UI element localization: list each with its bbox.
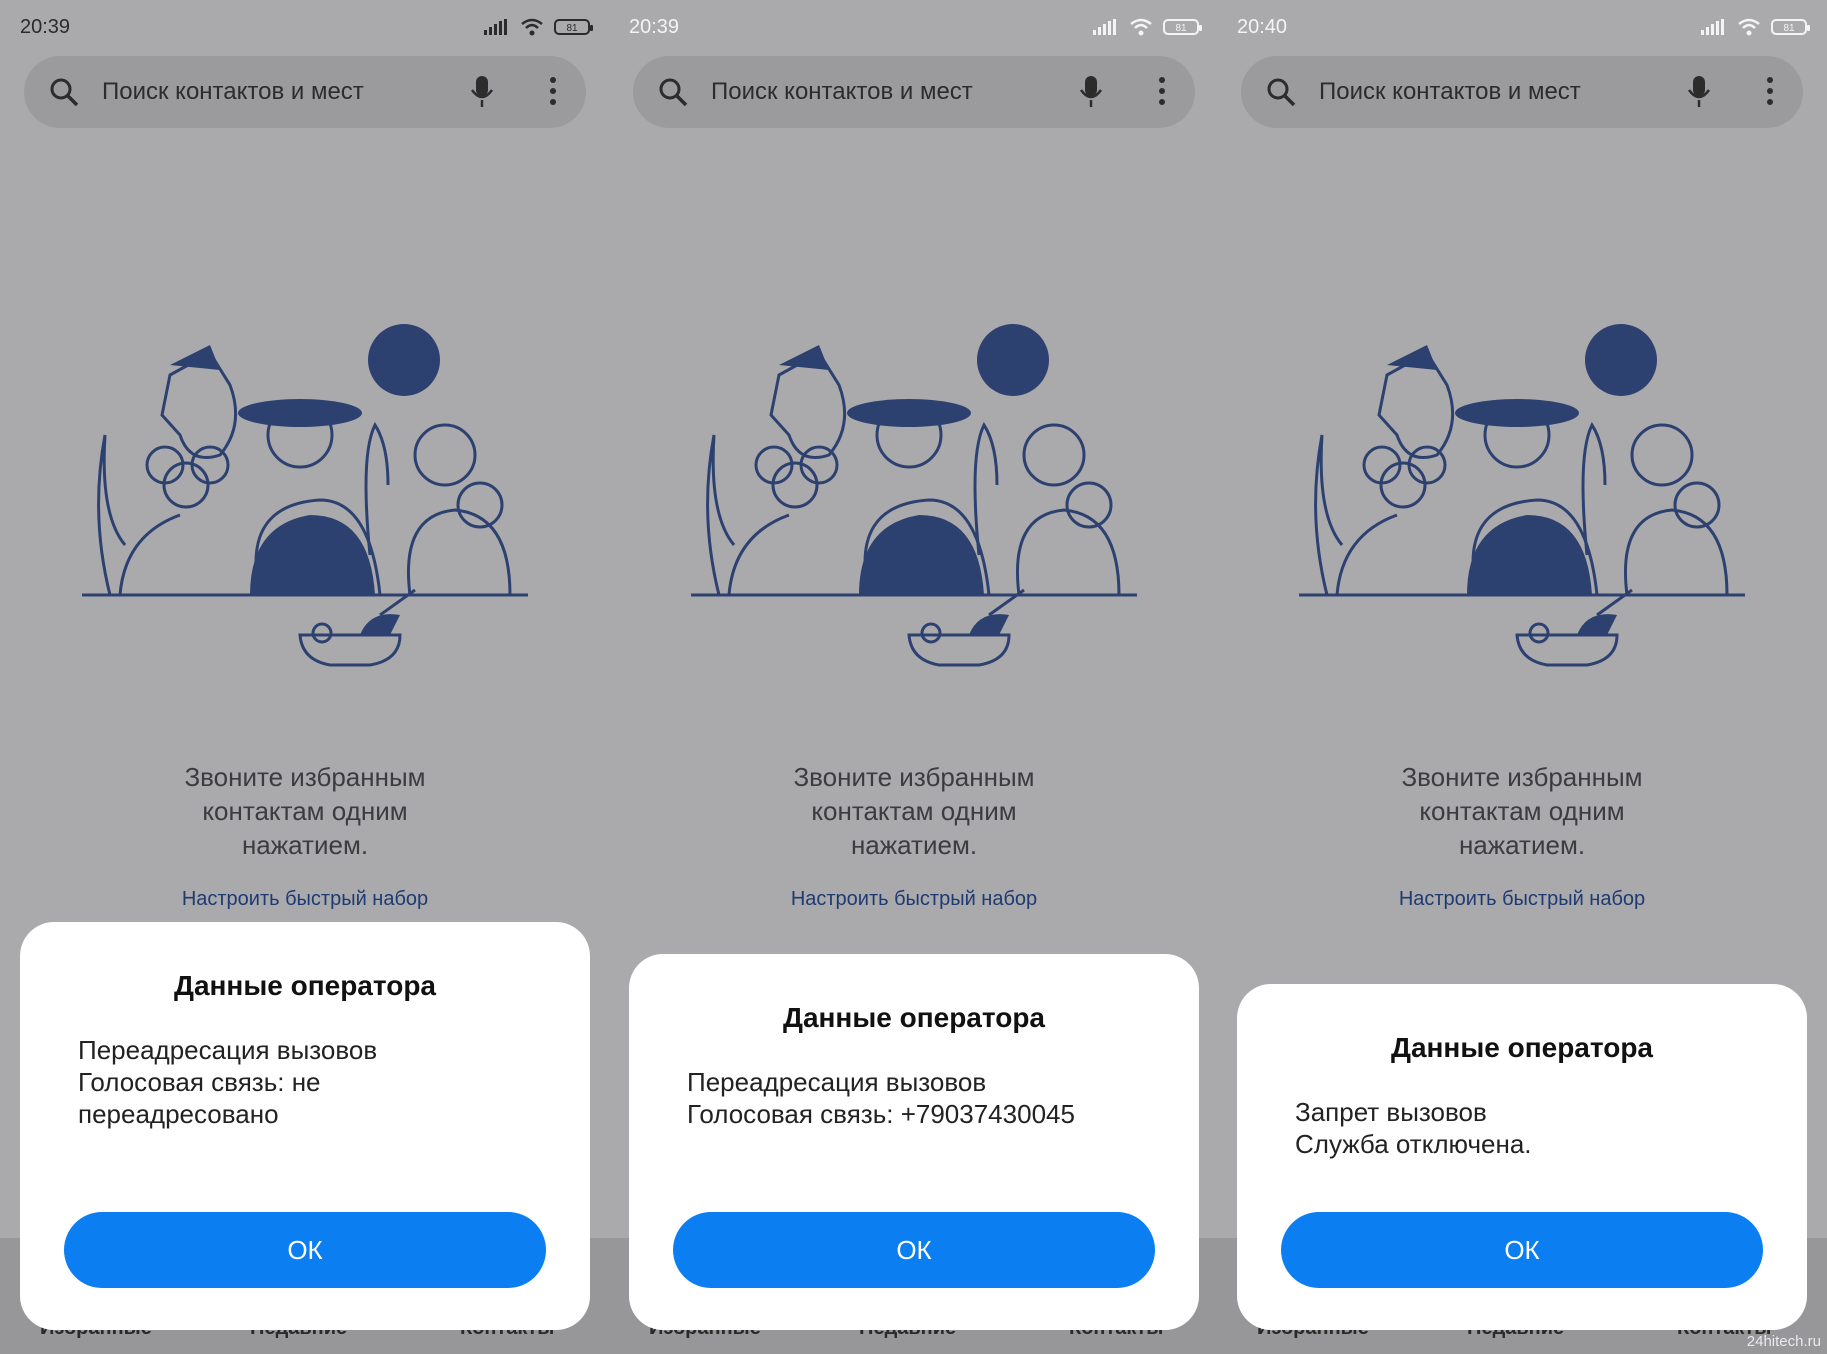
carrier-info-dialog: Данные оператора Переадресация вызовов Г…: [20, 922, 590, 1330]
search-placeholder: Поиск контактов и мест: [102, 78, 364, 105]
wifi-icon: [1738, 18, 1760, 36]
screen-3: 20:40 81 Поиск контактов и мест Звоните …: [1217, 0, 1827, 1354]
ok-button[interactable]: ОК: [1281, 1212, 1763, 1288]
dialog-title: Данные оператора: [174, 970, 436, 1001]
search-bar[interactable]: Поиск контактов и мест: [1241, 56, 1803, 128]
status-time: 20:39: [20, 16, 71, 38]
signal-icon: [484, 19, 507, 35]
more-options-icon[interactable]: [1765, 76, 1775, 106]
setup-speed-dial-link[interactable]: Настроить быстрый набор: [609, 888, 1219, 911]
speed-dial-promo: Звоните избранным контактам одним нажати…: [1401, 762, 1643, 860]
watermark: 24hitech.ru: [1746, 1333, 1821, 1350]
setup-speed-dial-link[interactable]: Настроить быстрый набор: [1217, 888, 1827, 911]
dialog-title: Данные оператора: [1391, 1032, 1653, 1063]
dialog-message: Переадресация вызовов Голосовая связь: н…: [78, 1035, 378, 1129]
status-time: 20:40: [1237, 16, 1288, 38]
status-time: 20:39: [629, 16, 680, 38]
battery-icon: 81: [1163, 19, 1202, 35]
battery-icon: 81: [554, 19, 593, 35]
setup-speed-dial-link[interactable]: Настроить быстрый набор: [0, 888, 610, 911]
status-bar: 20:39 81: [20, 14, 593, 44]
microphone-icon[interactable]: [470, 74, 494, 110]
favorites-illustration: [1299, 324, 1745, 667]
search-icon[interactable]: [48, 76, 80, 108]
dialog-title: Данные оператора: [783, 1002, 1045, 1033]
search-icon[interactable]: [657, 76, 689, 108]
search-icon[interactable]: [1265, 76, 1297, 108]
microphone-icon[interactable]: [1079, 74, 1103, 110]
search-placeholder: Поиск контактов и мест: [711, 78, 973, 105]
more-options-icon[interactable]: [1157, 76, 1167, 106]
screen-2: 20:39 81 Поиск контактов и мест Звоните …: [609, 0, 1219, 1354]
dialog-message: Запрет вызовов Служба отключена.: [1295, 1097, 1532, 1159]
wifi-icon: [1130, 18, 1152, 36]
more-options-icon[interactable]: [548, 76, 558, 106]
favorites-illustration: [82, 324, 528, 667]
wifi-icon: [521, 18, 543, 36]
speed-dial-promo: Звоните избранным контактам одним нажати…: [793, 762, 1035, 860]
speed-dial-promo: Звоните избранным контактам одним нажати…: [184, 762, 426, 860]
search-bar[interactable]: Поиск контактов и мест: [633, 56, 1195, 128]
search-placeholder: Поиск контактов и мест: [1319, 78, 1581, 105]
dialog-message: Переадресация вызовов Голосовая связь: +…: [687, 1067, 1075, 1129]
search-bar[interactable]: Поиск контактов и мест: [24, 56, 586, 128]
status-bar: 20:39 81: [629, 14, 1202, 44]
battery-icon: 81: [1771, 19, 1810, 35]
microphone-icon[interactable]: [1687, 74, 1711, 110]
carrier-info-dialog: Данные оператора Переадресация вызовов Г…: [629, 954, 1199, 1330]
screen-1: 20:39 81 Поиск контактов и мест Звоните …: [0, 0, 610, 1354]
ok-button[interactable]: ОК: [64, 1212, 546, 1288]
status-bar: 20:40 81: [1237, 14, 1810, 44]
favorites-illustration: [691, 324, 1137, 667]
ok-button[interactable]: ОК: [673, 1212, 1155, 1288]
signal-icon: [1701, 19, 1724, 35]
signal-icon: [1093, 19, 1116, 35]
carrier-info-dialog: Данные оператора Запрет вызовов Служба о…: [1237, 984, 1807, 1330]
